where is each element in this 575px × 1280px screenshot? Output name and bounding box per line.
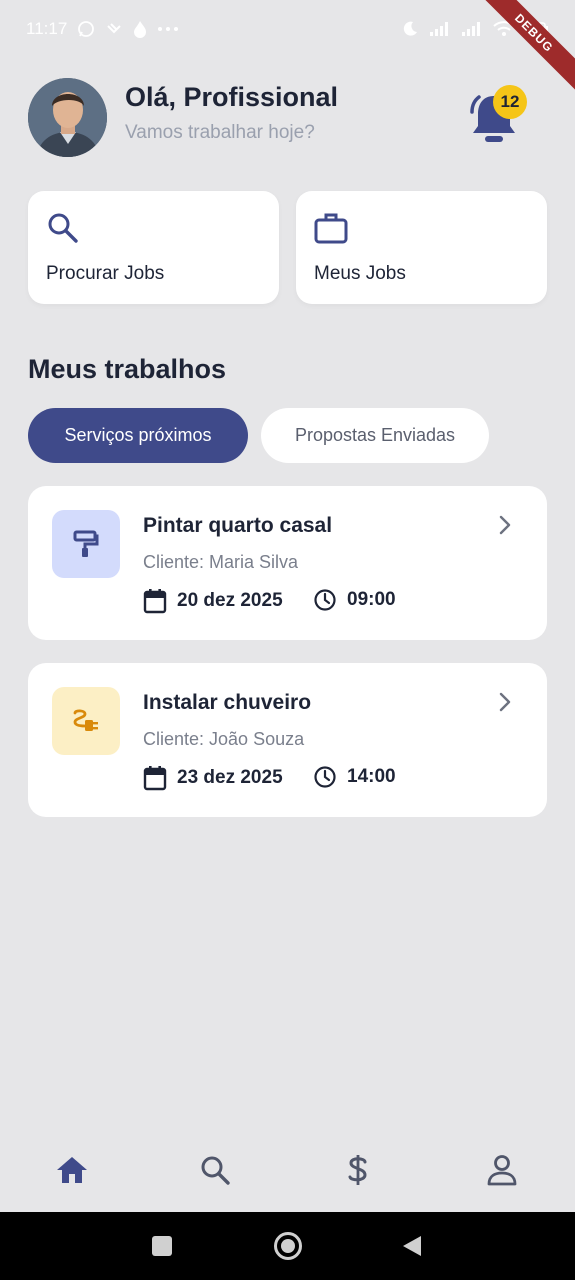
- clock-icon: [314, 766, 336, 788]
- header: Olá, Profissional Vamos trabalhar hoje? …: [28, 78, 548, 158]
- job-date: 23 dez 2025: [143, 765, 283, 791]
- job-icon-box: [52, 510, 120, 578]
- tab-sent-proposals[interactable]: Propostas Enviadas: [261, 408, 489, 463]
- plug-icon: [73, 709, 98, 731]
- nav-home[interactable]: [52, 1150, 92, 1190]
- square-icon: [152, 1236, 172, 1256]
- job-client: Cliente: Maria Silva: [143, 552, 299, 572]
- job-card[interactable]: Pintar quarto casal Cliente: Maria Silva…: [28, 486, 547, 640]
- job-date-text: 20 dez 2025: [177, 590, 283, 611]
- search-jobs-card[interactable]: Procurar Jobs: [28, 191, 279, 304]
- dollar-icon: [348, 1155, 367, 1185]
- nav-earnings[interactable]: [338, 1150, 378, 1190]
- job-title: Pintar quarto casal: [143, 514, 333, 537]
- search-icon: [48, 213, 78, 243]
- job-time-text: 14:00: [347, 766, 396, 787]
- home-icon: [57, 1157, 87, 1183]
- search-icon: [201, 1156, 230, 1185]
- circle-icon: [274, 1232, 302, 1260]
- nav-profile[interactable]: [482, 1150, 522, 1190]
- signal-app-icon: [107, 23, 121, 34]
- back-button[interactable]: [396, 1230, 428, 1262]
- job-icon-box: [52, 687, 120, 755]
- job-time: 09:00: [313, 588, 396, 612]
- my-jobs-label: Meus Jobs: [314, 263, 406, 284]
- tab-nearby-services[interactable]: Serviços próximos: [28, 408, 248, 463]
- signal-icon: [430, 22, 448, 36]
- recents-button[interactable]: [146, 1230, 178, 1262]
- signal-icon: [462, 22, 480, 36]
- bottom-nav: [0, 1130, 575, 1212]
- notification-badge: 12: [493, 85, 527, 119]
- flame-icon: [134, 21, 147, 38]
- profile-icon: [487, 1155, 517, 1186]
- more-dots-icon: [158, 27, 179, 31]
- whatsapp-icon: [78, 21, 95, 37]
- job-title: Instalar chuveiro: [143, 691, 312, 714]
- search-jobs-label: Procurar Jobs: [46, 263, 165, 284]
- job-date-text: 23 dez 2025: [177, 767, 283, 788]
- greeting-title: Olá, Profissional: [125, 82, 339, 112]
- status-time: 11:17: [26, 19, 68, 38]
- back-triangle-icon: [403, 1236, 421, 1256]
- chevron-right-icon[interactable]: [494, 512, 516, 538]
- job-card[interactable]: Instalar chuveiro Cliente: João Souza 23…: [28, 663, 547, 817]
- job-time-text: 09:00: [347, 589, 396, 610]
- calendar-icon: [143, 589, 167, 614]
- greeting-subtitle: Vamos trabalhar hoje?: [125, 122, 315, 143]
- paint-roller-icon: [73, 530, 99, 557]
- avatar[interactable]: [28, 78, 107, 157]
- chevron-right-icon[interactable]: [494, 689, 516, 715]
- job-date: 20 dez 2025: [143, 588, 283, 614]
- home-button[interactable]: [272, 1230, 304, 1262]
- briefcase-icon: [314, 213, 348, 244]
- job-client: Cliente: João Souza: [143, 729, 305, 749]
- system-nav-bar: [0, 1212, 575, 1280]
- nav-search[interactable]: [195, 1150, 235, 1190]
- clock-icon: [314, 589, 336, 611]
- status-bar: 11:17: [0, 0, 575, 58]
- moon-icon: [403, 21, 417, 36]
- calendar-icon: [143, 766, 167, 791]
- job-time: 14:00: [313, 765, 396, 789]
- my-jobs-card[interactable]: Meus Jobs: [296, 191, 547, 304]
- section-title: Meus trabalhos: [28, 354, 227, 384]
